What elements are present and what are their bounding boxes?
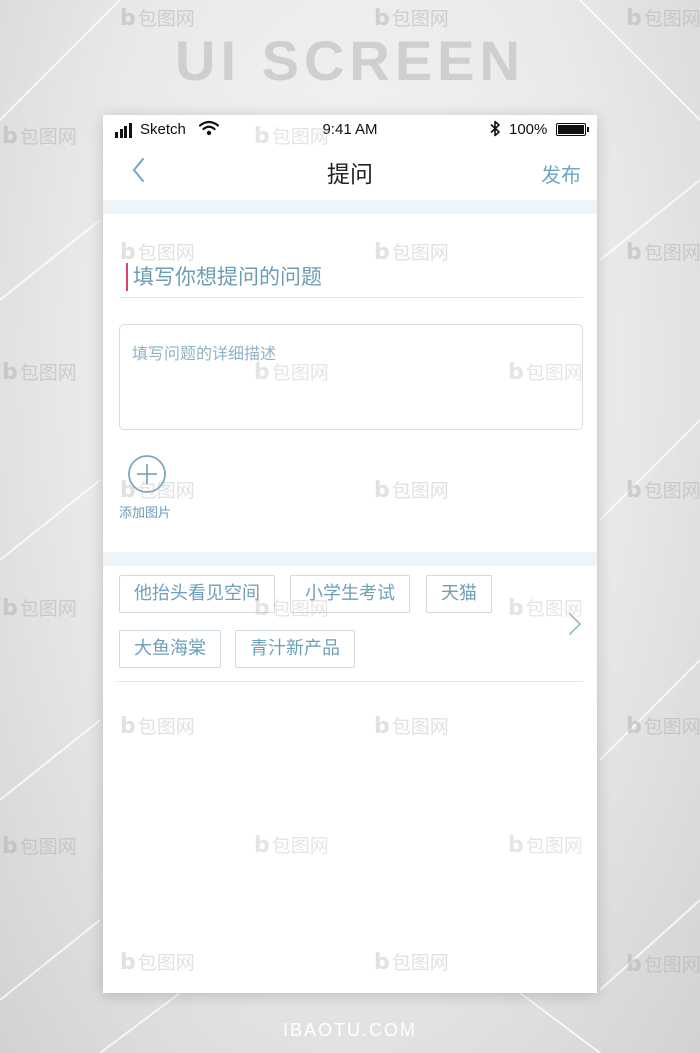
nav-bar: 提问 发布 — [103, 143, 597, 199]
section-divider — [103, 200, 597, 214]
watermark: b 包图网 — [254, 833, 329, 858]
add-image-label: 添加图片 — [119, 506, 172, 521]
watermark: b 包图网 — [2, 360, 77, 385]
watermark: b 包图网 — [626, 6, 700, 31]
watermark: b 包图网 — [2, 596, 77, 621]
watermark: b 包图网 — [254, 596, 329, 621]
watermark: b 包图网 — [626, 240, 700, 265]
watermark: b 包图网 — [120, 240, 195, 265]
watermark: b 包图网 — [374, 478, 449, 503]
battery-icon — [556, 123, 589, 136]
battery-percent: 100% — [509, 121, 548, 138]
watermark: b 包图网 — [374, 714, 449, 739]
question-title-placeholder: 填写你想提问的问题 — [133, 265, 322, 289]
status-bar: Sketch 9:41 AM 100% — [103, 115, 597, 143]
watermark: b 包图网 — [508, 596, 583, 621]
watermark: b 包图网 — [120, 478, 195, 503]
text-cursor — [126, 263, 128, 291]
watermark: b 包图网 — [2, 834, 77, 859]
watermark: b 包图网 — [374, 950, 449, 975]
watermark: b 包图网 — [508, 833, 583, 858]
watermark: b 包图网 — [2, 124, 77, 149]
background-footer: IBAOTU.COM — [282, 1020, 417, 1040]
watermark: b 包图网 — [120, 950, 195, 975]
topic-tag[interactable]: 青汁新产品 — [235, 630, 355, 668]
divider — [117, 681, 583, 682]
section-divider — [103, 552, 597, 566]
watermark: b 包图网 — [120, 6, 195, 31]
page-title: 提问 — [327, 162, 373, 188]
watermark: b 包图网 — [254, 124, 329, 149]
watermark: b 包图网 — [508, 360, 583, 385]
phone-screen: Sketch 9:41 AM 100% 提问 发布 填写你想提问的问题 填写问题… — [103, 115, 597, 993]
watermark: b 包图网 — [626, 478, 700, 503]
watermark: b 包图网 — [626, 714, 700, 739]
topic-tag[interactable]: 天猫 — [426, 575, 492, 613]
background-headline: UI SCREEN — [175, 29, 525, 92]
bluetooth-icon — [490, 120, 500, 137]
topic-tag[interactable]: 他抬头看见空间 — [119, 575, 275, 613]
watermark: b 包图网 — [374, 6, 449, 31]
topic-tag[interactable]: 大鱼海棠 — [119, 630, 221, 668]
watermark: b 包图网 — [626, 952, 700, 977]
watermark: b 包图网 — [254, 360, 329, 385]
watermark: b 包图网 — [374, 240, 449, 265]
publish-button[interactable]: 发布 — [541, 159, 581, 188]
watermark: b 包图网 — [120, 714, 195, 739]
